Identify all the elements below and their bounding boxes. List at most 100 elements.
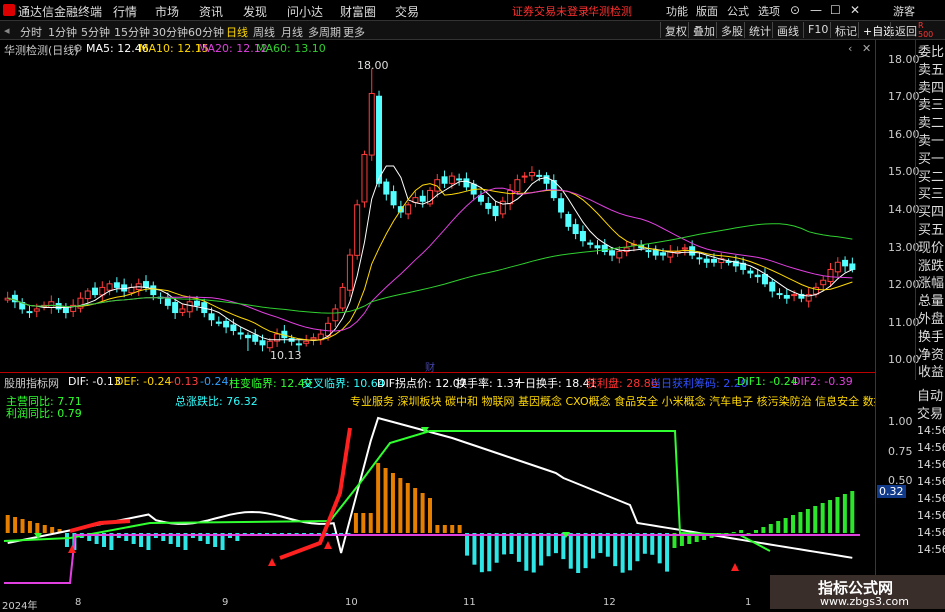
- menu-item-options[interactable]: 选项: [758, 3, 780, 19]
- candle-body: [514, 179, 521, 193]
- side-item-4[interactable]: 卖二: [918, 112, 944, 131]
- macd-bar: [479, 533, 484, 573]
- maximize-icon[interactable]: ☐: [830, 3, 841, 17]
- macd-bar: [435, 525, 440, 533]
- side-item-11[interactable]: 现价: [918, 237, 944, 256]
- tab-30min[interactable]: 30分钟: [152, 24, 188, 40]
- btn-mark[interactable]: 标记: [830, 22, 861, 38]
- side-item-12[interactable]: 涨跌: [918, 255, 944, 274]
- menu-item-news[interactable]: 资讯: [199, 3, 223, 20]
- menu-item-trade[interactable]: 交易: [395, 3, 419, 20]
- side-item-18[interactable]: 收益: [918, 361, 944, 380]
- side-item-0[interactable]: 委比: [918, 41, 944, 60]
- prev-icon[interactable]: ◂: [4, 24, 10, 37]
- tab-fenshi[interactable]: 分时: [20, 24, 42, 40]
- date-tick: 12: [603, 597, 616, 608]
- macd-bar: [561, 533, 566, 560]
- macd-bar: [42, 525, 47, 533]
- candle-body: [237, 332, 244, 335]
- timeframe-bar: ◂ 分时 1分钟 5分钟 15分钟 30分钟 60分钟 日线 周线 月线 多周期…: [0, 21, 945, 40]
- side-item-14[interactable]: 总量: [918, 290, 944, 309]
- date-tick: 8: [75, 597, 82, 608]
- close-icon[interactable]: ✕: [850, 3, 860, 17]
- menu-item-discover[interactable]: 发现: [243, 3, 267, 20]
- macd-bar: [390, 473, 395, 533]
- side-item-7[interactable]: 买二: [918, 166, 944, 185]
- btn-overlay[interactable]: 叠加: [688, 22, 719, 38]
- tab-multi[interactable]: 多周期: [308, 24, 341, 40]
- menu-item-wealth[interactable]: 财富圈: [340, 3, 376, 20]
- macd-bar: [331, 533, 336, 534]
- side-item-5[interactable]: 卖一: [918, 130, 944, 149]
- macd-bar: [553, 533, 558, 554]
- menu-item-quotes[interactable]: 行情: [113, 3, 137, 20]
- app-title: 通达信金融终端: [18, 5, 103, 19]
- macd-bar: [650, 533, 655, 555]
- macd-bar: [353, 513, 358, 533]
- indicator-panel[interactable]: 股朋指标网 DIF: -0.13 DEF: -0.24 -0.13 -0.24 …: [0, 372, 875, 597]
- side-item-10[interactable]: 买五: [918, 219, 944, 238]
- side-item-8[interactable]: 买三: [918, 183, 944, 202]
- side-item-2[interactable]: 卖四: [918, 77, 944, 96]
- trade-label[interactable]: 交易: [917, 403, 943, 422]
- macd-bar: [791, 515, 796, 533]
- candle-body: [609, 250, 616, 256]
- minimize-icon[interactable]: —: [810, 3, 822, 17]
- candle-body: [383, 181, 390, 195]
- btn-draw[interactable]: 画线: [772, 22, 803, 38]
- candle-body: [92, 287, 99, 296]
- login-notice[interactable]: 证券交易未登录: [512, 3, 589, 19]
- candle-body: [354, 204, 361, 256]
- btn-f10[interactable]: F10: [803, 22, 832, 38]
- menu-bar: 通达信金融终端 行情 市场 资讯 发现 问小达 财富圈 交易 证券交易未登录 华…: [0, 0, 945, 21]
- user-icon[interactable]: ⊙: [790, 3, 800, 17]
- btn-stats[interactable]: 统计: [744, 22, 775, 38]
- candle-body: [143, 281, 149, 288]
- guest-label[interactable]: 游客: [893, 3, 915, 19]
- tab-60min[interactable]: 60分钟: [188, 24, 224, 40]
- tab-5min[interactable]: 5分钟: [81, 24, 110, 40]
- menu-item-layout[interactable]: 版面: [696, 3, 718, 19]
- site-watermark: 指标公式网 www.zbgs3.com: [770, 575, 945, 609]
- tick-time: 14:56: [917, 526, 945, 539]
- tab-15min[interactable]: 15分钟: [114, 24, 150, 40]
- tab-weekly[interactable]: 周线: [253, 24, 275, 40]
- date-tick: 1: [745, 597, 752, 608]
- candle-body: [849, 263, 856, 270]
- tab-daily[interactable]: 日线: [226, 24, 248, 40]
- side-item-1[interactable]: 卖五: [918, 59, 944, 78]
- btn-back[interactable]: 返回: [890, 22, 921, 38]
- menu-item-func[interactable]: 功能: [666, 3, 688, 19]
- side-item-13[interactable]: 涨幅: [918, 272, 944, 291]
- macd-bar: [302, 533, 307, 534]
- tab-1min[interactable]: 1分钟: [48, 24, 77, 40]
- macd-bar: [835, 497, 840, 533]
- macd-bar: [27, 521, 32, 533]
- candle-body: [463, 178, 470, 188]
- auto-label[interactable]: 自动: [917, 385, 943, 404]
- tab-more[interactable]: 更多: [343, 24, 365, 40]
- ma20-line: [7, 187, 853, 332]
- candlestick-chart[interactable]: 华测检测(日线) ⚙ MA5: 12.46 MA10: 12.15 MA20: …: [0, 40, 875, 374]
- side-item-17[interactable]: 净资: [918, 344, 944, 363]
- tab-monthly[interactable]: 月线: [281, 24, 303, 40]
- date-tick: 11: [463, 597, 476, 608]
- btn-fuquan[interactable]: 复权: [660, 22, 691, 38]
- buy-arrow-icon: [731, 563, 739, 571]
- menu-item-ask[interactable]: 问小达: [287, 3, 323, 20]
- candle-body: [186, 301, 193, 313]
- btn-multi-stock[interactable]: 多股: [716, 22, 747, 38]
- watermark-url: www.zbgs3.com: [820, 595, 909, 608]
- macd-bar: [428, 498, 432, 533]
- side-item-6[interactable]: 买一: [918, 148, 944, 167]
- macd-bar: [642, 533, 647, 554]
- side-item-16[interactable]: 换手: [918, 326, 944, 345]
- candle-body: [565, 213, 572, 227]
- side-item-15[interactable]: 外盘: [918, 308, 944, 327]
- macd-bar: [294, 533, 299, 534]
- red-segment: [69, 519, 131, 533]
- menu-item-formula[interactable]: 公式: [727, 3, 749, 19]
- side-item-9[interactable]: 买四: [918, 201, 944, 220]
- side-item-3[interactable]: 卖三: [918, 94, 944, 113]
- menu-item-market[interactable]: 市场: [155, 3, 179, 20]
